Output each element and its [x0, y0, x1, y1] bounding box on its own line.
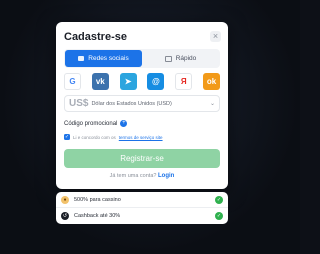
register-modal: Cadastre-se × Redes sociais Rápido G vk … — [56, 22, 228, 189]
social-login-row: G vk ➤ @ Я ok — [64, 73, 220, 90]
bonus-label: 500% para cassino — [74, 196, 121, 203]
ok-icon: ok — [206, 77, 217, 86]
chevron-down-icon: ⌄ — [209, 101, 215, 107]
register-button[interactable]: Registrar-se — [64, 149, 220, 168]
bonus-row-cashback[interactable]: ↺ Cashback até 30% ✓ — [56, 207, 228, 223]
login-prefix: Já tem uma conta? — [109, 173, 157, 179]
telegram-login-button[interactable]: ➤ — [119, 73, 137, 90]
ok-login-button[interactable]: ok — [202, 73, 220, 90]
yandex-login-button[interactable]: Я — [175, 73, 193, 90]
tab-quick[interactable]: Rápido — [142, 50, 219, 67]
register-tabs: Redes sociais Rápido — [64, 49, 220, 68]
bonus-label: Cashback até 30% — [74, 212, 121, 219]
tab-social-networks[interactable]: Redes sociais — [65, 50, 142, 67]
google-login-button[interactable]: G — [64, 73, 81, 90]
check-circle-icon: ✓ — [215, 211, 223, 220]
google-icon: G — [69, 77, 76, 86]
modal-title: Cadastre-se — [64, 31, 127, 43]
login-link[interactable]: Login — [158, 173, 174, 179]
currency-code: US$ — [69, 98, 89, 109]
casino-icon: ♦ — [61, 195, 69, 204]
currency-name: Dólar dos Estados Unidos (USD) — [91, 100, 172, 107]
vk-login-button[interactable]: vk — [91, 73, 109, 90]
check-circle-icon: ✓ — [215, 195, 223, 204]
terms-checkbox[interactable]: ✓ — [64, 134, 70, 140]
vk-icon: vk — [95, 77, 105, 86]
bonus-panel: ♦ 500% para cassino ✓ ↺ Cashback até 30%… — [56, 192, 228, 224]
promo-code-label: Código promocional — [64, 120, 118, 127]
yandex-icon: Я — [180, 77, 187, 86]
chat-icon — [78, 56, 85, 61]
bonus-row-casino[interactable]: ♦ 500% para cassino ✓ — [56, 192, 228, 207]
cashback-icon: ↺ — [61, 211, 69, 220]
mail-login-button[interactable]: @ — [147, 73, 165, 90]
grid-icon — [164, 55, 172, 62]
telegram-icon: ➤ — [124, 77, 132, 86]
tab-label: Redes sociais — [88, 55, 129, 62]
login-row: Já tem uma conta? Login — [56, 173, 228, 179]
mail-icon: @ — [151, 77, 160, 86]
currency-select[interactable]: US$ Dólar dos Estados Unidos (USD) ⌄ — [64, 95, 220, 112]
terms-prefix: Li e concordo com os — [73, 134, 116, 140]
terms-agreement: ✓ Li e concordo com os termos de serviço… — [64, 134, 163, 140]
tab-label: Rápido — [175, 55, 197, 62]
close-button[interactable]: × — [210, 31, 221, 42]
promo-code-toggle[interactable]: Código promocional + — [64, 120, 128, 127]
plus-icon: + — [120, 120, 128, 127]
terms-link[interactable]: termos de serviço site — [119, 135, 163, 140]
